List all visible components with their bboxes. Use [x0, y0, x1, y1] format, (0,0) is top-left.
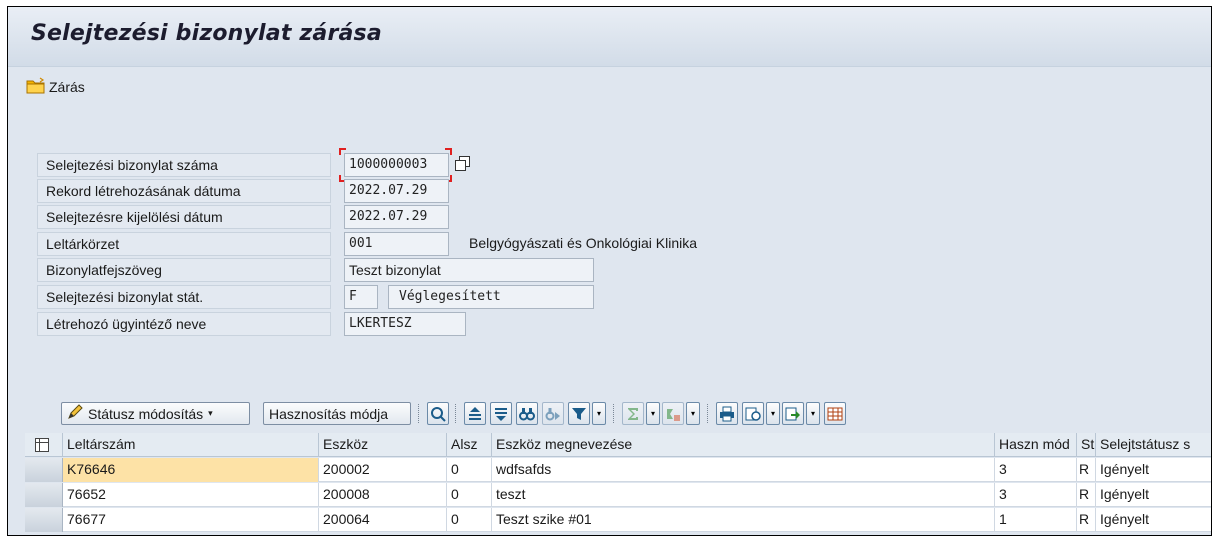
- usage-mode-label: Hasznosítás módja: [269, 405, 389, 422]
- details-icon[interactable]: [427, 402, 449, 425]
- layout-icon[interactable]: [824, 402, 846, 425]
- chevron-down-icon: ▾: [810, 409, 815, 418]
- chevron-down-icon: ▾: [596, 409, 601, 418]
- toolbar-separator: [455, 404, 457, 423]
- table-row[interactable]: 76652 200008 0 teszt 3 R Igényelt: [25, 483, 1211, 507]
- cell-asset-name[interactable]: teszt: [492, 483, 995, 507]
- toolbar-separator: [707, 404, 709, 423]
- filter-icon[interactable]: [568, 402, 590, 425]
- doc-number-field[interactable]: 1000000003: [344, 153, 449, 177]
- cell-asset[interactable]: 200064: [319, 508, 447, 532]
- subtotal-icon[interactable]: [662, 402, 684, 425]
- chevron-down-icon: ▾: [690, 409, 695, 418]
- copy-icon[interactable]: [455, 156, 471, 176]
- views-dropdown[interactable]: ▾: [766, 402, 780, 425]
- cell-status-code[interactable]: R: [1077, 458, 1096, 482]
- table-row[interactable]: K76646 200002 0 wdfsafds 3 R Igényelt: [25, 458, 1211, 482]
- cell-subnumber[interactable]: 0: [447, 458, 492, 482]
- sum-dropdown[interactable]: ▾: [646, 402, 660, 425]
- print-icon[interactable]: [716, 402, 738, 425]
- sap-window: Selejtezési bizonylat zárása Zárás Selej…: [7, 6, 1212, 536]
- find-next-icon[interactable]: [542, 402, 564, 425]
- sort-ascending-icon[interactable]: [464, 402, 486, 425]
- cell-asset-name[interactable]: wdfsafds: [492, 458, 995, 482]
- usage-mode-button[interactable]: Hasznosítás módja: [263, 402, 411, 425]
- sort-descending-icon[interactable]: [490, 402, 512, 425]
- cell-usage-mode[interactable]: 3: [995, 458, 1077, 482]
- cell-scrap-status[interactable]: Igényelt: [1096, 508, 1211, 532]
- created-date-label: Rekord létrehozásának dátuma: [37, 179, 331, 203]
- close-button-label: Zárás: [49, 79, 85, 95]
- marked-date-field[interactable]: 2022.07.29: [344, 205, 449, 229]
- find-icon[interactable]: [516, 402, 538, 425]
- table-header: Leltárszám Eszköz Alsz Eszköz megnevezés…: [25, 433, 1211, 457]
- page-title: Selejtezési bizonylat zárása: [31, 21, 382, 46]
- status-code-field[interactable]: F: [344, 285, 378, 309]
- column-header[interactable]: Selejtstátusz s: [1096, 433, 1211, 457]
- cell-usage-mode[interactable]: 3: [995, 483, 1077, 507]
- cell-scrap-status[interactable]: Igényelt: [1096, 483, 1211, 507]
- header-form: Selejtezési bizonylat száma 1000000003 R…: [8, 105, 1211, 395]
- export-icon[interactable]: [782, 402, 804, 425]
- doc-number-label: Selejtezési bizonylat száma: [37, 153, 331, 177]
- status-text-field: Véglegesített: [388, 285, 594, 309]
- cell-status-code[interactable]: R: [1077, 508, 1096, 532]
- row-selector[interactable]: [25, 458, 63, 482]
- column-header[interactable]: Haszn mód: [995, 433, 1077, 457]
- cell-inventory-number[interactable]: 76677: [63, 508, 319, 532]
- folder-close-icon: [26, 77, 46, 98]
- application-toolbar: Zárás: [8, 68, 1211, 104]
- subtotal-dropdown[interactable]: ▾: [686, 402, 700, 425]
- close-button[interactable]: Zárás: [26, 76, 85, 98]
- row-selector[interactable]: [25, 483, 63, 507]
- cell-scrap-status[interactable]: Igényelt: [1096, 458, 1211, 482]
- cell-asset[interactable]: 200008: [319, 483, 447, 507]
- header-text-label: Bizonylatfejszöveg: [37, 258, 331, 282]
- toolbar-separator: [613, 404, 615, 423]
- column-header[interactable]: Eszköz megnevezése: [492, 433, 995, 457]
- created-date-field[interactable]: 2022.07.29: [344, 179, 449, 203]
- marked-date-label: Selejtezésre kijelölési dátum: [37, 205, 331, 229]
- cell-asset-name[interactable]: Teszt szike #01: [492, 508, 995, 532]
- status-label: Selejtezési bizonylat stát.: [37, 285, 331, 309]
- column-header[interactable]: Alsz: [447, 433, 492, 457]
- creator-label: Létrehozó ügyintéző neve: [37, 312, 331, 336]
- column-header[interactable]: St: [1077, 433, 1096, 457]
- chevron-down-icon: ▾: [650, 409, 655, 418]
- focus-corner-tr: [445, 148, 452, 155]
- pencil-icon: [67, 404, 83, 423]
- cell-inventory-number[interactable]: 76652: [63, 483, 319, 507]
- export-dropdown[interactable]: ▾: [806, 402, 820, 425]
- focus-corner-tl: [339, 148, 346, 155]
- column-header[interactable]: Eszköz: [319, 433, 447, 457]
- toolbar-separator: [418, 404, 420, 423]
- inventory-area-field[interactable]: 001: [344, 232, 449, 256]
- inventory-area-description: Belgyógyászati és Onkológiai Klinika: [469, 235, 698, 251]
- header-text-field[interactable]: Teszt bizonylat: [344, 258, 594, 282]
- grid-toolbar: Státusz módosítás ▾ Hasznosítás módja ▾: [59, 397, 1204, 429]
- row-selector[interactable]: [25, 508, 63, 532]
- cell-status-code[interactable]: R: [1077, 483, 1096, 507]
- cell-subnumber[interactable]: 0: [447, 483, 492, 507]
- title-bar: Selejtezési bizonylat zárása: [8, 7, 1211, 67]
- cell-usage-mode[interactable]: 1: [995, 508, 1077, 532]
- status-change-label: Státusz módosítás: [88, 405, 204, 422]
- column-header[interactable]: Leltárszám: [63, 433, 319, 457]
- sum-icon[interactable]: [622, 402, 644, 425]
- chevron-down-icon: ▾: [770, 409, 775, 418]
- cell-asset[interactable]: 200002: [319, 458, 447, 482]
- views-icon[interactable]: [742, 402, 764, 425]
- creator-field[interactable]: LKERTESZ: [344, 312, 466, 336]
- chevron-down-icon: ▾: [208, 408, 213, 418]
- filter-dropdown[interactable]: ▾: [592, 402, 606, 425]
- inventory-area-label: Leltárkörzet: [37, 232, 331, 256]
- cell-subnumber[interactable]: 0: [447, 508, 492, 532]
- table-row[interactable]: 76677 200064 0 Teszt szike #01 1 R Igény…: [25, 508, 1211, 532]
- status-change-button[interactable]: Státusz módosítás ▾: [61, 402, 250, 425]
- cell-inventory-number[interactable]: K76646: [63, 458, 319, 482]
- select-all-icon[interactable]: [25, 433, 63, 457]
